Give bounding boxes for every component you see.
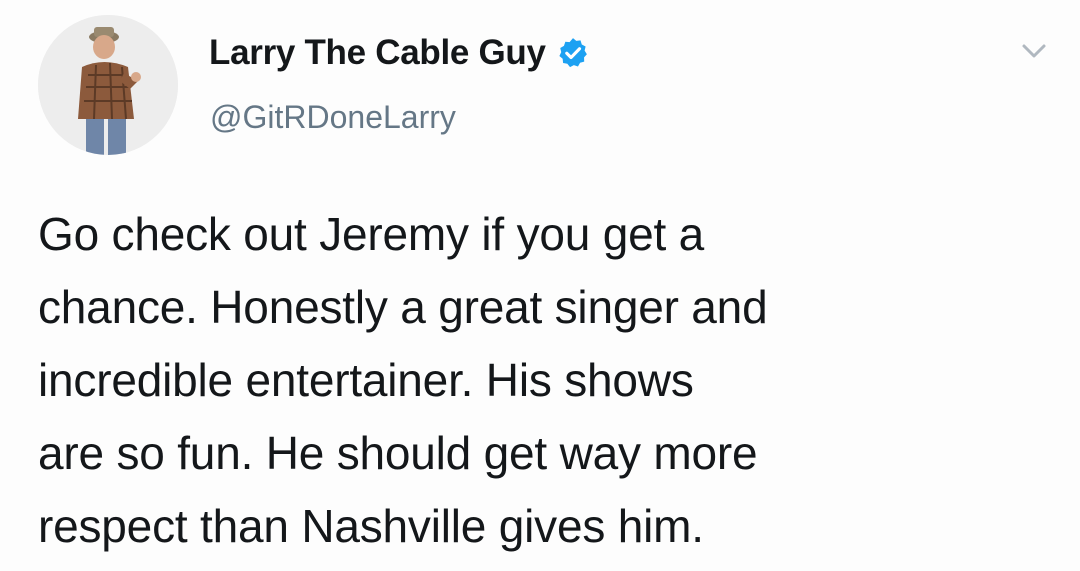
verified-badge-icon (556, 36, 590, 70)
display-name-row: Larry The Cable Guy (209, 30, 590, 76)
tweet-text-line: Go check out Jeremy if you get a (38, 208, 705, 260)
avatar-image (38, 15, 178, 155)
handle[interactable]: @GitRDoneLarry (210, 99, 456, 136)
tweet-card: Larry The Cable Guy @GitRDoneLarry Go ch… (0, 0, 1080, 571)
chevron-down-icon[interactable] (1016, 36, 1052, 66)
tweet-text: Go check out Jeremy if you get a chance.… (38, 198, 1048, 563)
avatar[interactable] (38, 15, 178, 155)
tweet-text-line: respect than Nashville gives him. (38, 500, 704, 552)
tweet-text-line: incredible entertainer. His shows (38, 354, 694, 406)
display-name[interactable]: Larry The Cable Guy (209, 33, 546, 73)
tweet-text-line: are so fun. He should get way more (38, 427, 758, 479)
tweet-text-line: chance. Honestly a great singer and (38, 281, 768, 333)
